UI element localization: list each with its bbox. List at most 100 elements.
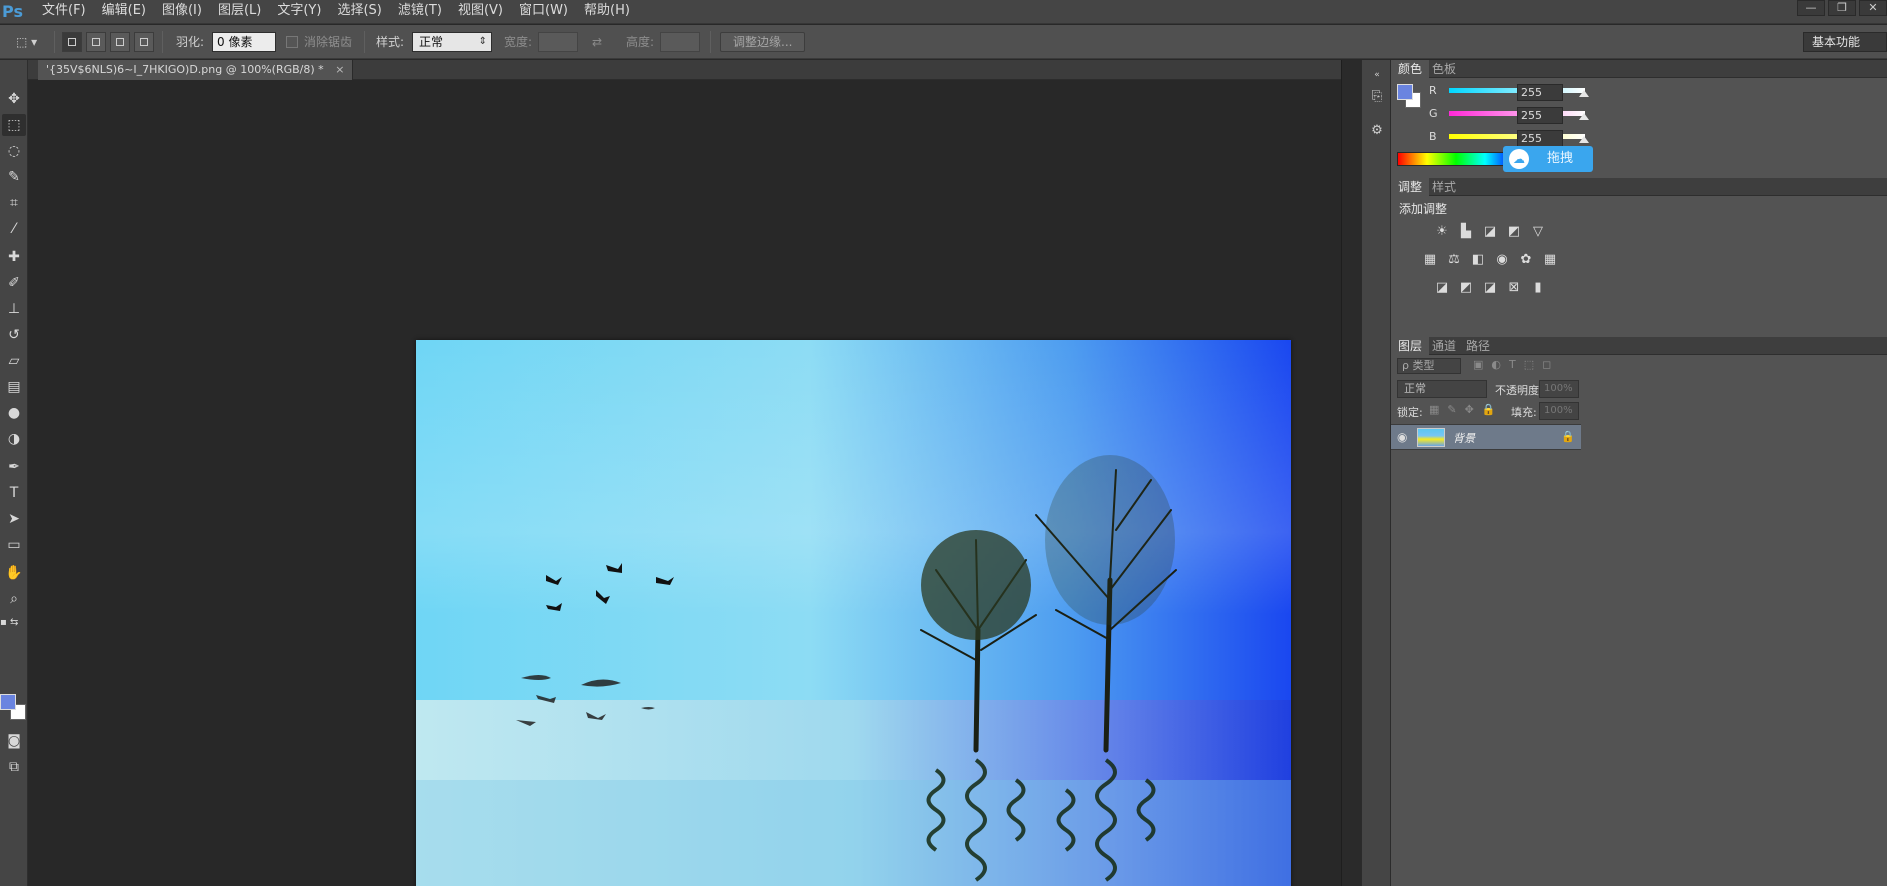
width-input[interactable] <box>538 32 578 52</box>
menu-select[interactable]: 选择(S) <box>329 0 389 24</box>
workspace-select[interactable]: 基本功能 <box>1803 32 1887 52</box>
menu-view[interactable]: 视图(V) <box>450 0 511 24</box>
marquee-preset-icon[interactable]: ⬚ ▾ <box>16 32 37 52</box>
green-slider-thumb[interactable] <box>1579 113 1589 120</box>
blur-tool-icon[interactable]: ● <box>2 402 26 424</box>
tab-swatches[interactable]: 色板 <box>1425 60 1463 78</box>
red-slider-thumb[interactable] <box>1579 90 1589 97</box>
gradient-tool-icon[interactable]: ▤ <box>2 376 26 398</box>
clone-stamp-tool-icon[interactable]: ⊥ <box>2 298 26 320</box>
invert-icon[interactable]: ◪ <box>1433 280 1451 296</box>
tab-styles[interactable]: 样式 <box>1425 178 1463 196</box>
cloud-icon: ☁ <box>1509 149 1529 169</box>
brightness-icon[interactable]: ☀ <box>1433 224 1451 240</box>
path-selection-tool-icon[interactable]: ➤ <box>2 508 26 530</box>
photo-filter-icon[interactable]: ◉ <box>1493 252 1511 268</box>
selective-color-icon[interactable]: ⊠ <box>1505 280 1523 296</box>
refine-edge-button[interactable]: 调整边缘... <box>720 32 806 52</box>
color-lookup-icon[interactable]: ▦ <box>1541 252 1559 268</box>
green-value[interactable]: 255 <box>1517 107 1563 124</box>
rectangle-tool-icon[interactable]: ▭ <box>2 534 26 556</box>
swap-icon[interactable]: ⇄ <box>592 32 602 52</box>
collapse-panels-icon[interactable]: « <box>1366 64 1388 86</box>
feather-input[interactable]: 0 像素 <box>212 32 276 52</box>
document-image[interactable] <box>416 340 1291 886</box>
rectangular-marquee-tool-icon[interactable]: ⬚ <box>2 114 26 136</box>
color-balance-icon[interactable]: ⚖ <box>1445 252 1463 268</box>
posterize-icon[interactable]: ◩ <box>1457 280 1475 296</box>
close-button[interactable]: ✕ <box>1859 0 1887 16</box>
history-panel-icon[interactable]: ⎘ <box>1366 86 1388 108</box>
blend-mode-select[interactable]: 正常 <box>1397 380 1487 398</box>
visibility-eye-icon[interactable]: ◉ <box>1397 430 1407 444</box>
zoom-tool-icon[interactable]: ⌕ <box>2 588 26 610</box>
opacity-input[interactable]: 100% <box>1539 380 1579 398</box>
type-tool-icon[interactable]: T <box>2 482 26 504</box>
fill-input[interactable]: 100% <box>1539 402 1579 420</box>
antialias-checkbox[interactable] <box>286 36 298 48</box>
foreground-color-swatch[interactable] <box>0 694 16 710</box>
tab-color[interactable]: 颜色 <box>1391 60 1430 78</box>
layer-filter-icons[interactable]: ▣◐T⬚◻ <box>1473 358 1559 371</box>
menu-edit[interactable]: 编辑(E) <box>94 0 154 24</box>
black-white-icon[interactable]: ◧ <box>1469 252 1487 268</box>
crop-tool-icon[interactable]: ⌗ <box>2 192 26 214</box>
menu-window[interactable]: 窗口(W) <box>511 0 576 24</box>
intersect-selection-button[interactable] <box>134 32 154 52</box>
eraser-tool-icon[interactable]: ▱ <box>2 350 26 372</box>
canvas-area[interactable] <box>28 80 1361 886</box>
restore-button[interactable]: ❐ <box>1828 0 1856 16</box>
history-brush-tool-icon[interactable]: ↺ <box>2 324 26 346</box>
pen-tool-icon[interactable]: ✒ <box>2 456 26 478</box>
menu-help[interactable]: 帮助(H) <box>576 0 638 24</box>
menu-layer[interactable]: 图层(L) <box>210 0 269 24</box>
layer-row[interactable]: ◉ 背景 🔒 <box>1391 424 1581 450</box>
add-selection-button[interactable] <box>86 32 106 52</box>
document-title: '{35V$6NLS)6~I_7HKIGO)D.png @ 100%(RGB/8… <box>46 63 324 76</box>
panel-fg-swatch[interactable] <box>1397 84 1413 100</box>
vibrance-icon[interactable]: ▽ <box>1529 224 1547 240</box>
tab-channels[interactable]: 通道 <box>1425 337 1463 355</box>
screen-mode-icon[interactable]: ⧉ <box>2 756 26 778</box>
menu-filter[interactable]: 滤镜(T) <box>390 0 450 24</box>
layer-filter-select[interactable]: ρ 类型 <box>1397 358 1461 374</box>
blue-slider-thumb[interactable] <box>1579 136 1589 143</box>
threshold-icon[interactable]: ◪ <box>1481 280 1499 296</box>
vertical-scrollbar[interactable] <box>1341 60 1361 886</box>
quick-mask-icon[interactable]: ◙ <box>2 730 26 752</box>
menu-type[interactable]: 文字(Y) <box>269 0 329 24</box>
document-tab[interactable]: '{35V$6NLS)6~I_7HKIGO)D.png @ 100%(RGB/8… <box>38 60 354 80</box>
default-colors-icon[interactable]: ▪ ⇆ <box>0 612 24 634</box>
blue-value[interactable]: 255 <box>1517 130 1563 147</box>
menu-file[interactable]: 文件(F) <box>34 0 94 24</box>
levels-icon[interactable]: ▙ <box>1457 224 1475 240</box>
eyedropper-tool-icon[interactable]: ⁄ <box>2 218 26 240</box>
exposure-icon[interactable]: ◩ <box>1505 224 1523 240</box>
properties-panel-icon[interactable]: ⚙ <box>1366 120 1388 142</box>
layer-name[interactable]: 背景 <box>1453 430 1475 446</box>
lasso-tool-icon[interactable]: ◌ <box>2 140 26 162</box>
move-tool-icon[interactable]: ✥ <box>2 88 26 110</box>
quick-selection-tool-icon[interactable]: ✎ <box>2 166 26 188</box>
minimize-button[interactable]: — <box>1797 0 1825 16</box>
close-document-icon[interactable]: × <box>335 63 344 76</box>
subtract-selection-button[interactable] <box>110 32 130 52</box>
style-select[interactable]: 正常 <box>412 32 492 52</box>
height-input[interactable] <box>660 32 700 52</box>
channel-mixer-icon[interactable]: ✿ <box>1517 252 1535 268</box>
menu-image[interactable]: 图像(I) <box>154 0 210 24</box>
tab-paths[interactable]: 路径 <box>1459 337 1497 355</box>
gradient-map-icon[interactable]: ▮ <box>1529 280 1547 296</box>
red-value[interactable]: 255 <box>1517 84 1563 101</box>
tab-layers[interactable]: 图层 <box>1391 337 1430 355</box>
dodge-tool-icon[interactable]: ◑ <box>2 428 26 450</box>
cloud-overlay-widget[interactable]: ☁ 拖拽 <box>1503 146 1593 172</box>
brush-tool-icon[interactable]: ✐ <box>2 272 26 294</box>
curves-icon[interactable]: ◪ <box>1481 224 1499 240</box>
tab-adjustments[interactable]: 调整 <box>1391 178 1430 196</box>
hand-tool-icon[interactable]: ✋ <box>2 562 26 584</box>
healing-brush-tool-icon[interactable]: ✚ <box>2 246 26 268</box>
hue-saturation-icon[interactable]: ▦ <box>1421 252 1439 268</box>
new-selection-button[interactable] <box>62 32 82 52</box>
lock-icons[interactable]: ▦✎✥🔒 <box>1429 403 1504 416</box>
